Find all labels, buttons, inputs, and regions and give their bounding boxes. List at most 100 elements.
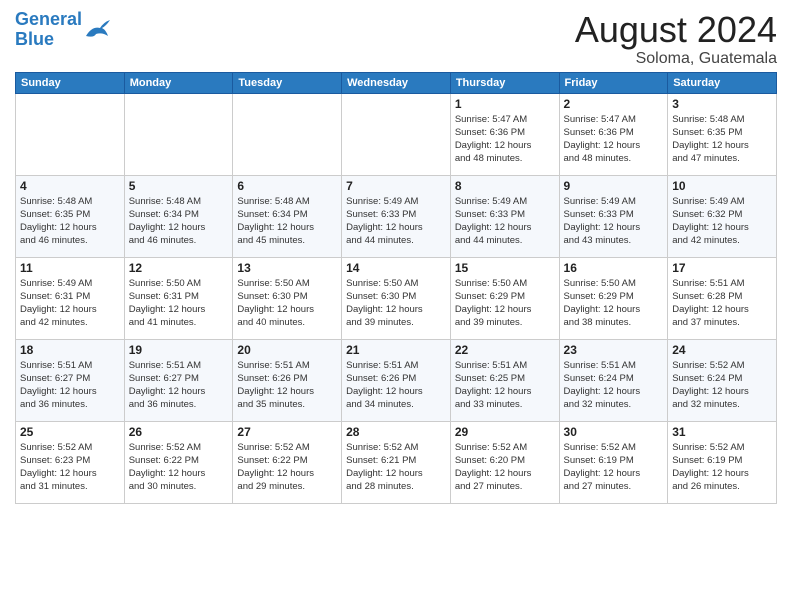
day-info: Sunrise: 5:52 AMSunset: 6:19 PMDaylight:… [672,441,772,494]
day-number: 22 [455,343,555,357]
col-friday: Friday [559,72,668,93]
day-number: 3 [672,97,772,111]
calendar-cell-3-4: 22 Sunrise: 5:51 AMSunset: 6:25 PMDayligh… [450,339,559,421]
page-container: General Blue August 2024 Soloma, Guatema… [0,0,792,509]
calendar-cell-1-1: 5Sunrise: 5:48 AMSunset: 6:34 PMDaylight… [124,175,233,257]
calendar-cell-0-3 [342,93,451,175]
calendar-cell-2-5: 16Sunrise: 5:50 AMSunset: 6:29 PMDayligh… [559,257,668,339]
day-number: 17 [672,261,772,275]
col-wednesday: Wednesday [342,72,451,93]
calendar-cell-1-5: 9 Sunrise: 5:49 AMSunset: 6:33 PMDaylight… [559,175,668,257]
day-number: 2 [564,97,664,111]
calendar-cell-0-5: 2Sunrise: 5:47 AMSunset: 6:36 PMDaylight… [559,93,668,175]
calendar-cell-3-0: 18Sunrise: 5:51 AMSunset: 6:27 PMDayligh… [16,339,125,421]
day-number: 20 [237,343,337,357]
col-tuesday: Tuesday [233,72,342,93]
col-saturday: Saturday [668,72,777,93]
calendar-header-row: Sunday Monday Tuesday Wednesday Thursday… [16,72,777,93]
calendar-cell-2-0: 11 Sunrise: 5:49 AMSunset: 6:31 PMDayligh… [16,257,125,339]
day-info: Sunrise: 5:49 AMSunset: 6:33 PMDaylight:… [564,195,664,248]
calendar-cell-1-2: 6 Sunrise: 5:48 AMSunset: 6:34 PMDaylight… [233,175,342,257]
logo-line2: Blue [15,29,54,49]
day-info: Sunrise: 5:50 AMSunset: 6:29 PMDaylight:… [455,277,555,330]
calendar-table: Sunday Monday Tuesday Wednesday Thursday… [15,72,777,504]
day-number: 12 [129,261,229,275]
day-number: 7 [346,179,446,193]
day-info: Sunrise: 5:51 AMSunset: 6:26 PMDaylight:… [346,359,446,412]
week-row-3: 11 Sunrise: 5:49 AMSunset: 6:31 PMDayligh… [16,257,777,339]
day-info: Sunrise: 5:51 AMSunset: 6:28 PMDaylight:… [672,277,772,330]
calendar-cell-1-6: 10 Sunrise: 5:49 AMSunset: 6:32 PMDayligh… [668,175,777,257]
day-number: 9 [564,179,664,193]
day-number: 27 [237,425,337,439]
calendar-cell-2-6: 17 Sunrise: 5:51 AMSunset: 6:28 PMDayligh… [668,257,777,339]
day-info: Sunrise: 5:51 AMSunset: 6:27 PMDaylight:… [129,359,229,412]
main-title: August 2024 [575,10,777,50]
sub-title: Soloma, Guatemala [575,50,777,68]
calendar-cell-0-6: 3 Sunrise: 5:48 AMSunset: 6:35 PMDaylight… [668,93,777,175]
day-number: 8 [455,179,555,193]
header: General Blue August 2024 Soloma, Guatema… [15,10,777,68]
week-row-1: 1 Sunrise: 5:47 AMSunset: 6:36 PMDaylight… [16,93,777,175]
day-info: Sunrise: 5:48 AMSunset: 6:34 PMDaylight:… [129,195,229,248]
calendar-cell-2-4: 15 Sunrise: 5:50 AMSunset: 6:29 PMDayligh… [450,257,559,339]
day-info: Sunrise: 5:52 AMSunset: 6:24 PMDaylight:… [672,359,772,412]
day-info: Sunrise: 5:49 AMSunset: 6:31 PMDaylight:… [20,277,120,330]
day-info: Sunrise: 5:52 AMSunset: 6:21 PMDaylight:… [346,441,446,494]
calendar-cell-1-3: 7 Sunrise: 5:49 AMSunset: 6:33 PMDaylight… [342,175,451,257]
calendar-cell-0-1 [124,93,233,175]
calendar-cell-4-6: 31 Sunrise: 5:52 AMSunset: 6:19 PMDayligh… [668,421,777,503]
calendar-cell-3-6: 24 Sunrise: 5:52 AMSunset: 6:24 PMDayligh… [668,339,777,421]
calendar-cell-2-1: 12Sunrise: 5:50 AMSunset: 6:31 PMDayligh… [124,257,233,339]
day-number: 1 [455,97,555,111]
day-info: Sunrise: 5:47 AMSunset: 6:36 PMDaylight:… [455,113,555,166]
day-number: 24 [672,343,772,357]
day-info: Sunrise: 5:49 AMSunset: 6:33 PMDaylight:… [346,195,446,248]
calendar-cell-4-0: 25 Sunrise: 5:52 AMSunset: 6:23 PMDayligh… [16,421,125,503]
day-info: Sunrise: 5:50 AMSunset: 6:30 PMDaylight:… [346,277,446,330]
logo-text: General Blue [15,10,82,50]
day-number: 6 [237,179,337,193]
calendar-cell-2-3: 14 Sunrise: 5:50 AMSunset: 6:30 PMDayligh… [342,257,451,339]
day-info: Sunrise: 5:52 AMSunset: 6:22 PMDaylight:… [129,441,229,494]
day-number: 23 [564,343,664,357]
day-number: 18 [20,343,120,357]
calendar-cell-3-3: 21 Sunrise: 5:51 AMSunset: 6:26 PMDayligh… [342,339,451,421]
col-sunday: Sunday [16,72,125,93]
col-thursday: Thursday [450,72,559,93]
calendar-cell-4-2: 27 Sunrise: 5:52 AMSunset: 6:22 PMDayligh… [233,421,342,503]
day-info: Sunrise: 5:51 AMSunset: 6:25 PMDaylight:… [455,359,555,412]
day-number: 10 [672,179,772,193]
day-info: Sunrise: 5:52 AMSunset: 6:20 PMDaylight:… [455,441,555,494]
day-number: 29 [455,425,555,439]
day-number: 25 [20,425,120,439]
day-info: Sunrise: 5:49 AMSunset: 6:32 PMDaylight:… [672,195,772,248]
week-row-4: 18 Sunrise: 5:51 AMSunset: 6:27 PMDayligh… [16,339,777,421]
day-number: 28 [346,425,446,439]
day-number: 15 [455,261,555,275]
calendar-cell-3-1: 19 Sunrise: 5:51 AMSunset: 6:27 PMDayligh… [124,339,233,421]
calendar-cell-2-2: 13 Sunrise: 5:50 AMSunset: 6:30 PMDayligh… [233,257,342,339]
day-number: 19 [129,343,229,357]
day-info: Sunrise: 5:52 AMSunset: 6:22 PMDaylight:… [237,441,337,494]
day-info: Sunrise: 5:48 AMSunset: 6:35 PMDaylight:… [672,113,772,166]
calendar-cell-0-0 [16,93,125,175]
day-info: Sunrise: 5:51 AMSunset: 6:26 PMDaylight:… [237,359,337,412]
day-number: 26 [129,425,229,439]
calendar-cell-1-4: 8 Sunrise: 5:49 AMSunset: 6:33 PMDaylight… [450,175,559,257]
day-info: Sunrise: 5:50 AMSunset: 6:29 PMDaylight:… [564,277,664,330]
day-number: 21 [346,343,446,357]
day-info: Sunrise: 5:48 AMSunset: 6:34 PMDaylight:… [237,195,337,248]
calendar-cell-3-2: 20 Sunrise: 5:51 AMSunset: 6:26 PMDayligh… [233,339,342,421]
day-info: Sunrise: 5:51 AMSunset: 6:24 PMDaylight:… [564,359,664,412]
logo-line1: General [15,9,82,29]
day-info: Sunrise: 5:49 AMSunset: 6:33 PMDaylight:… [455,195,555,248]
day-info: Sunrise: 5:50 AMSunset: 6:30 PMDaylight:… [237,277,337,330]
day-info: Sunrise: 5:52 AMSunset: 6:23 PMDaylight:… [20,441,120,494]
day-number: 11 [20,261,120,275]
day-number: 13 [237,261,337,275]
day-number: 14 [346,261,446,275]
logo: General Blue [15,10,112,50]
week-row-5: 25 Sunrise: 5:52 AMSunset: 6:23 PMDayligh… [16,421,777,503]
day-number: 31 [672,425,772,439]
